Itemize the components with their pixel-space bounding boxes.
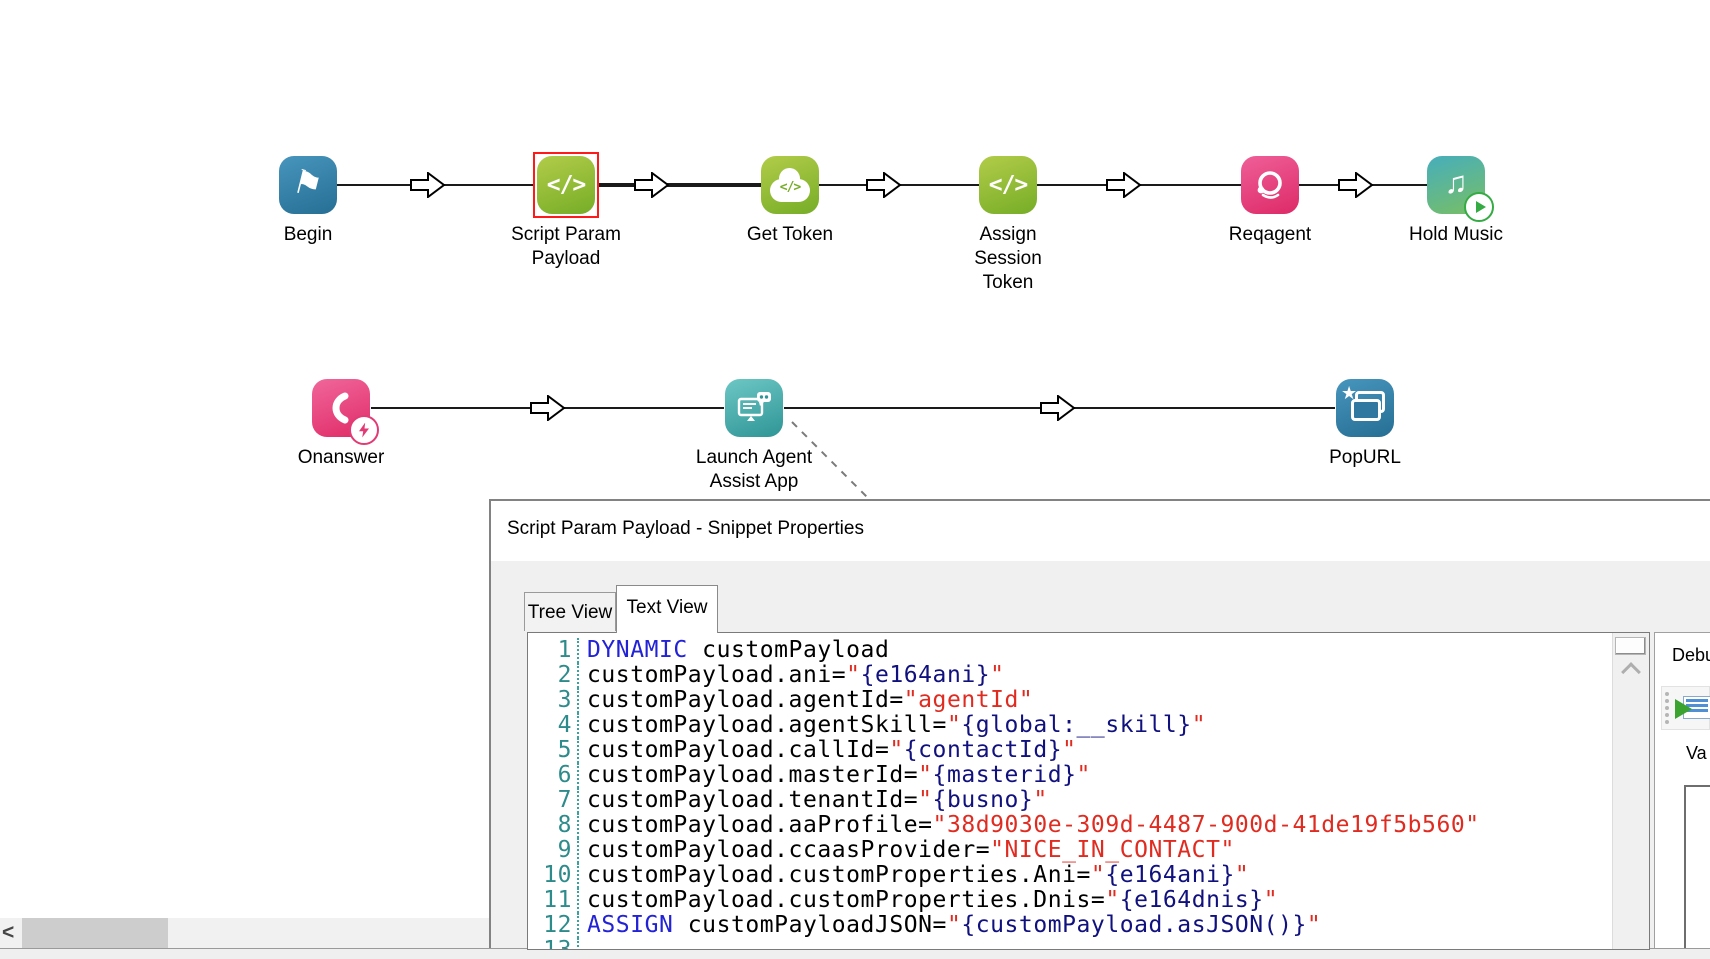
- debug-panel-label: Debu: [1672, 645, 1710, 666]
- code-line: 8customPayload.aaProfile="38d9030e-309d-…: [528, 813, 1612, 838]
- tab-text-view[interactable]: Text View: [616, 585, 718, 633]
- node-label: Hold Music: [1381, 223, 1531, 247]
- node-label: Onanswer: [266, 446, 416, 470]
- snippet-code-editor[interactable]: 1DYNAMIC customPayload2customPayload.ani…: [527, 632, 1650, 950]
- node-hold-music[interactable]: ♫Hold Music: [1381, 156, 1531, 247]
- code-line: 3customPayload.agentId="agentId": [528, 688, 1612, 713]
- toolbar-grip-handle[interactable]: [1665, 692, 1669, 724]
- line-number: 1: [528, 638, 572, 663]
- snippet-properties-dialog: Script Param Payload - Snippet Propertie…: [489, 499, 1710, 948]
- line-number: 12: [528, 913, 572, 938]
- scroll-left-arrow-icon[interactable]: <: [2, 921, 18, 945]
- code-line: 12ASSIGN customPayloadJSON="{customPaylo…: [528, 913, 1612, 938]
- code-line: 10customPayload.customProperties.Ani="{e…: [528, 863, 1612, 888]
- node-label: Launch Agent Assist App: [679, 446, 829, 494]
- agent-assist-icon: [725, 379, 783, 437]
- code-icon: </>: [537, 156, 595, 214]
- editor-vertical-scrollbar[interactable]: [1612, 633, 1649, 949]
- debug-panel: Debu Va: [1654, 632, 1710, 948]
- node-begin[interactable]: ⚑ Begin: [233, 156, 383, 247]
- code-line: 7customPayload.tenantId="{busno}": [528, 788, 1612, 813]
- node-label: Get Token: [715, 223, 865, 247]
- code-line: 5customPayload.callId="{contactId}": [528, 738, 1612, 763]
- variables-list-box[interactable]: [1684, 785, 1710, 948]
- flow-arrow-icon: [410, 172, 446, 198]
- variables-label: Va: [1686, 743, 1707, 764]
- node-script-param-payload[interactable]: </> Script Param Payload: [491, 156, 641, 271]
- debug-run-icon[interactable]: [1675, 694, 1709, 722]
- code-line: 13: [528, 938, 1612, 950]
- code-line: 6customPayload.masterId="{masterid}": [528, 763, 1612, 788]
- code-icon: </>: [979, 156, 1037, 214]
- line-number: 13: [528, 938, 572, 950]
- chevron-up-icon[interactable]: [1621, 662, 1641, 682]
- code-line: 2customPayload.ani="{e164ani}": [528, 663, 1612, 688]
- lightning-badge-icon: [349, 415, 379, 445]
- code-line: 9customPayload.ccaasProvider="NICE_IN_CO…: [528, 838, 1612, 863]
- line-number: 2: [528, 663, 572, 688]
- dialog-title: Script Param Payload - Snippet Propertie…: [507, 518, 864, 540]
- canvas-horizontal-scrollbar[interactable]: <: [0, 918, 489, 948]
- line-number: 10: [528, 863, 572, 888]
- flow-arrow-icon: [866, 172, 902, 198]
- studio-window: ⚑ Begin </> Script Param Payload </> Get Toke…: [0, 0, 1710, 958]
- scrollbar-thumb[interactable]: [1615, 637, 1646, 655]
- code-lines: 1DYNAMIC customPayload2customPayload.ani…: [528, 638, 1612, 950]
- debug-toolbar: [1661, 686, 1710, 730]
- node-label: Begin: [233, 223, 383, 247]
- line-number: 4: [528, 713, 572, 738]
- flow-arrow-icon: [1106, 172, 1142, 198]
- code-line: 11customPayload.customProperties.Dnis="{…: [528, 888, 1612, 913]
- node-onanswer[interactable]: Onanswer: [266, 379, 416, 470]
- headset-icon: [1241, 156, 1299, 214]
- play-badge-icon: [1464, 192, 1494, 222]
- code-line: 1DYNAMIC customPayload: [528, 638, 1612, 663]
- node-label: Assign Session Token: [933, 223, 1083, 295]
- dialog-title-bar[interactable]: Script Param Payload - Snippet Propertie…: [491, 501, 1710, 561]
- line-number: 7: [528, 788, 572, 813]
- node-get-token[interactable]: </> Get Token: [715, 156, 865, 247]
- flag-icon: ⚑: [279, 156, 337, 214]
- line-number: 3: [528, 688, 572, 713]
- play-triangle-icon: [1675, 699, 1692, 719]
- node-popurl[interactable]: ★ PopURL: [1290, 379, 1440, 470]
- node-label: PopURL: [1290, 446, 1440, 470]
- node-launch-agent-assist-app[interactable]: Launch Agent Assist App: [679, 379, 829, 494]
- popurl-icon: ★: [1336, 379, 1394, 437]
- line-number: 8: [528, 813, 572, 838]
- node-label: Script Param Payload: [491, 223, 641, 271]
- scrollbar-thumb[interactable]: [22, 918, 168, 948]
- code-line: 4customPayload.agentSkill="{global:__ski…: [528, 713, 1612, 738]
- flow-arrow-icon: [1040, 395, 1076, 421]
- line-number: 9: [528, 838, 572, 863]
- line-number: 5: [528, 738, 572, 763]
- line-number: 6: [528, 763, 572, 788]
- cloud-code-icon: </>: [761, 156, 819, 214]
- tab-tree-view[interactable]: Tree View: [524, 592, 616, 631]
- flow-arrow-icon: [530, 395, 566, 421]
- line-number: 11: [528, 888, 572, 913]
- node-reqagent[interactable]: Reqagent: [1195, 156, 1345, 247]
- node-label: Reqagent: [1195, 223, 1345, 247]
- node-assign-session-token[interactable]: </> Assign Session Token: [933, 156, 1083, 295]
